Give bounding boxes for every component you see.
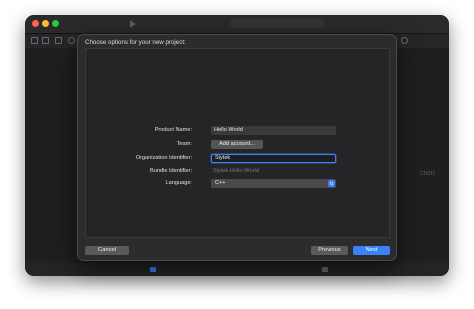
chevron-up-down-icon: ⇅ [328,180,335,187]
activity-view [230,19,325,28]
previous-button[interactable]: Previous [311,246,348,255]
source-control-icon[interactable] [42,37,49,44]
filter-icon[interactable] [150,267,156,272]
zoom-window-button[interactable] [52,20,59,27]
run-icon[interactable] [130,20,136,28]
window-bottom-bar [25,263,449,276]
sheet-title: Choose options for your new project: [85,39,186,46]
team-label: Team: [176,141,192,147]
add-account-button[interactable]: Add account... [211,140,263,149]
cancel-button[interactable]: Cancel [85,246,129,255]
bundle-identifier-label: Bundle Identifier: [150,168,192,174]
language-select-value: C++ [215,180,226,186]
search-icon[interactable] [68,37,75,44]
organization-identifier-label: Organization Identifier: [135,155,192,161]
product-name-label: Product Name: [154,127,192,133]
debug-area-icon[interactable] [322,267,328,272]
next-button[interactable]: Next [353,246,390,255]
inspector-icon[interactable] [401,37,408,44]
options-form: Product Name: Hello World Team: Add acco… [85,48,390,238]
background-partial-text: ction [420,170,435,177]
minimize-window-button[interactable] [42,20,49,27]
bundle-identifier-value: Siytek.Hello-World [213,168,259,174]
folder-icon[interactable] [31,37,38,44]
symbol-icon[interactable] [55,37,62,44]
window-toolbar [25,15,449,34]
language-select[interactable]: C++ ⇅ [211,179,336,188]
close-window-button[interactable] [32,20,39,27]
organization-identifier-field[interactable]: Siytek [211,154,336,163]
new-project-options-sheet: Choose options for your new project: Pro… [77,34,397,261]
language-label: Language: [165,180,192,186]
product-name-field[interactable]: Hello World [211,126,336,135]
